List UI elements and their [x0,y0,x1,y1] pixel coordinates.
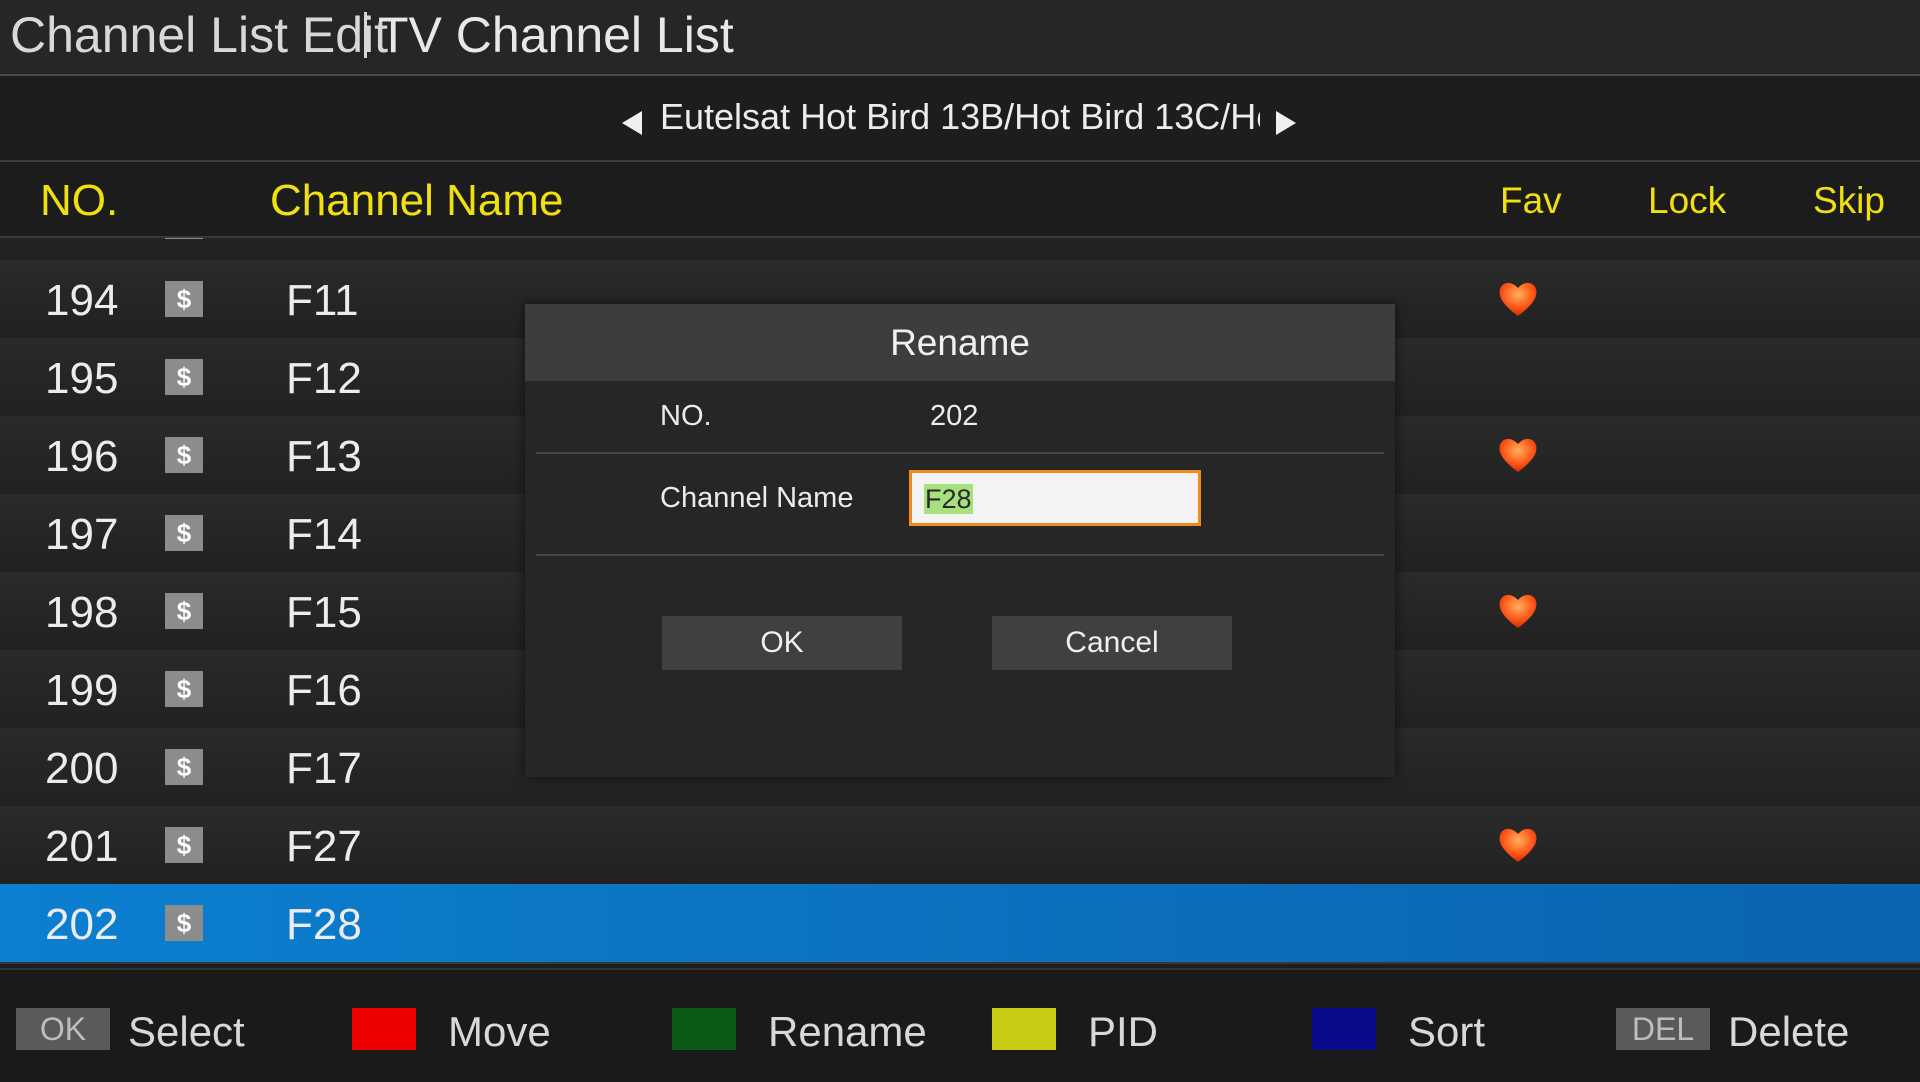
rename-hint: Rename [768,1008,927,1055]
fav-marker [1496,588,1540,632]
satellite-name: Eutelsat Hot Bird 13B/Hot Bird 13C/Hot B… [660,96,1260,137]
title-separator [364,12,367,58]
column-channel-name: Channel Name [270,176,564,225]
del-key[interactable]: DEL [1616,1008,1710,1050]
page-title: Channel List Edit [10,7,389,63]
channel-name: F17 [286,744,362,793]
rename-dialog: Rename NO. 202 Channel Name F28 OK Cance… [525,304,1395,777]
column-header: NO. Channel Name Fav Lock Skip [0,162,1920,238]
channel-row[interactable]: 201 $ F27 [0,806,1920,886]
channel-name-label: Channel Name [660,482,854,514]
delete-hint: Delete [1728,1008,1850,1055]
scrambled-icon: $ [165,515,203,551]
scrambled-icon: $ [165,671,203,707]
heart-icon [1499,594,1537,628]
channel-name: F13 [286,432,362,481]
page-subtitle: TV Channel List [378,7,734,63]
heart-icon [1499,282,1537,316]
scrambled-icon: $ [165,905,203,941]
channel-number: 198 [45,588,119,637]
satellite-selector[interactable]: Eutelsat Hot Bird 13B/Hot Bird 13C/Hot B… [0,76,1920,162]
fav-marker [1496,276,1540,320]
select-hint: Select [128,1008,245,1055]
red-key[interactable] [352,1008,416,1050]
column-fav: Fav [1500,180,1562,221]
scrambled-icon: $ [165,593,203,629]
footer-hints: OK Select Move Rename PID Sort DEL Delet… [0,968,1920,1082]
move-hint: Move [448,1008,551,1055]
no-label: NO. [660,400,712,432]
green-key[interactable] [672,1008,736,1050]
channel-name: F27 [286,822,362,871]
divider [536,554,1384,556]
channel-row[interactable]: 193 $ F10 [0,238,1920,262]
channel-number: 195 [45,354,119,403]
channel-number: 199 [45,666,119,715]
channel-name: F10 [286,238,362,248]
channel-number: 196 [45,432,119,481]
scrambled-icon: $ [165,749,203,785]
ok-key[interactable]: OK [16,1008,110,1050]
channel-name: F11 [286,276,359,325]
heart-icon [1499,828,1537,862]
yellow-key[interactable] [992,1008,1056,1050]
channel-name: F28 [286,900,362,949]
channel-name: F14 [286,510,362,559]
column-lock: Lock [1648,180,1727,221]
blue-key[interactable] [1312,1008,1376,1050]
fav-marker [1496,432,1540,476]
scrambled-icon: $ [165,238,203,239]
channel-number: 200 [45,744,119,793]
scrambled-icon: $ [165,827,203,863]
divider [536,452,1384,454]
cancel-button[interactable]: Cancel [992,616,1232,670]
scrambled-icon: $ [165,359,203,395]
channel-number: 193 [45,238,118,248]
sort-hint: Sort [1408,1008,1486,1055]
channel-name: F15 [286,588,362,637]
channel-row[interactable]: 202 $ F28 [0,884,1920,964]
fav-marker [1496,822,1540,866]
scrambled-icon: $ [165,281,203,317]
column-skip: Skip [1813,180,1885,221]
heart-icon [1499,438,1537,472]
scrambled-icon: $ [165,437,203,473]
arrow-right-icon[interactable] [1276,111,1296,135]
no-value: 202 [930,400,979,432]
channel-name: F16 [286,666,362,715]
arrow-left-icon[interactable] [622,111,642,135]
channel-number: 194 [45,276,119,325]
ok-button[interactable]: OK [662,616,902,670]
dialog-title: Rename [525,304,1395,381]
channel-name: F12 [286,354,362,403]
channel-number: 197 [45,510,119,559]
channel-name-value: F28 [924,484,973,514]
channel-number: 202 [45,900,119,949]
pid-hint: PID [1088,1008,1159,1055]
title-bar: Channel List Edit TV Channel List [0,0,1920,76]
channel-number: 201 [45,822,119,871]
column-no: NO. [40,176,119,225]
channel-name-input[interactable]: F28 [909,470,1201,526]
